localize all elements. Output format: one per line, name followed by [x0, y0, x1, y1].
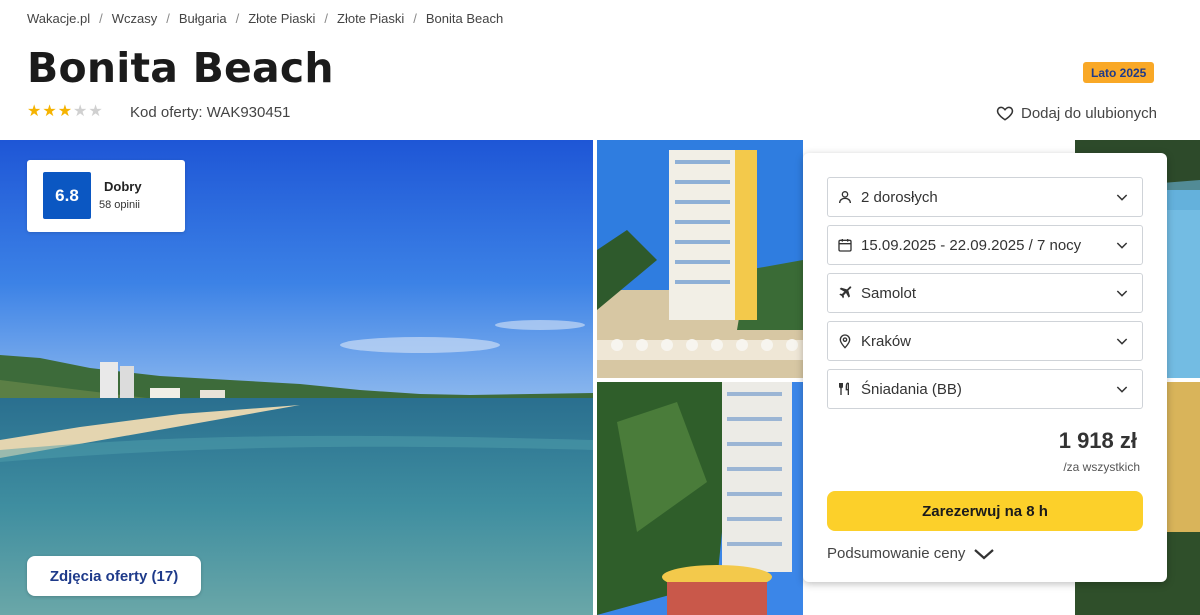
page-title: Bonita Beach: [27, 44, 334, 92]
chevron-down-icon: [1114, 285, 1130, 301]
transport-value: Samolot: [861, 284, 917, 302]
breadcrumb: Wakacje.pl / Wczasy / Bułgaria / Złote P…: [27, 10, 503, 26]
breadcrumb-bulgaria[interactable]: Bułgaria: [179, 11, 227, 26]
star-icon: ★: [42, 103, 57, 120]
dates-select[interactable]: 15.09.2025 - 22.09.2025 / 7 nocy: [827, 225, 1143, 265]
offer-code: Kod oferty: WAK930451: [130, 104, 290, 121]
calendar-icon: [836, 236, 854, 254]
cutlery-icon: [836, 380, 854, 398]
season-badge: Lato 2025: [1083, 62, 1155, 83]
breadcrumb-separator: /: [166, 10, 170, 26]
gallery-photo[interactable]: [597, 140, 803, 378]
chevron-down-icon: [1114, 189, 1130, 205]
offer-code-label: Kod oferty:: [130, 104, 203, 121]
star-icon: ★: [73, 103, 88, 120]
breadcrumb-separator: /: [324, 10, 329, 26]
travelers-select[interactable]: 2 dorosłych: [827, 177, 1143, 217]
breadcrumb-region[interactable]: Złote Piaski: [248, 11, 315, 26]
rating-card[interactable]: 6.8 Dobry 58 opinii: [27, 160, 185, 232]
photos-button[interactable]: Zdjęcia oferty (17): [27, 556, 201, 596]
board-select[interactable]: Śniadania (BB): [827, 369, 1143, 409]
person-icon: [836, 188, 854, 206]
star-icon: ★: [27, 103, 42, 120]
travelers-value: 2 dorosłych: [861, 188, 938, 206]
breadcrumb-city[interactable]: Złote Piaski: [337, 11, 404, 26]
departure-value: Kraków: [861, 332, 912, 350]
star-icon: ★: [57, 103, 73, 120]
book-button[interactable]: Zarezerwuj na 8 h: [827, 491, 1143, 531]
breadcrumb-separator: /: [413, 10, 417, 26]
breadcrumb-wakacje[interactable]: Wakacje.pl: [27, 11, 90, 26]
breadcrumb-current: Bonita Beach: [425, 10, 504, 26]
rating-label: Dobry: [104, 179, 142, 194]
reviews-count: 58 opinii: [99, 199, 140, 211]
gallery-photo[interactable]: [597, 382, 803, 615]
booking-panel: 2 dorosłych 15.09.2025 - 22.09.2025 / 7 …: [803, 153, 1167, 582]
favorite-label: Dodaj do ulubionych: [1021, 104, 1157, 122]
location-pin-icon: [836, 332, 854, 350]
rating-score: 6.8: [43, 172, 91, 219]
dates-value: 15.09.2025 - 22.09.2025 / 7 nocy: [861, 236, 1082, 254]
board-value: Śniadania (BB): [861, 380, 962, 398]
price-summary-toggle[interactable]: Podsumowanie ceny: [827, 545, 995, 562]
chevron-down-icon: [1114, 381, 1130, 397]
chevron-down-icon: [1114, 333, 1130, 349]
price-note: /za wszystkich: [1063, 460, 1140, 474]
breadcrumb-separator: /: [235, 10, 240, 26]
plane-icon: [836, 284, 854, 302]
star-icon: ★: [88, 103, 103, 120]
transport-select[interactable]: Samolot: [827, 273, 1143, 313]
departure-select[interactable]: Kraków: [827, 321, 1143, 361]
chevron-down-icon: [974, 548, 995, 559]
chevron-down-icon: [1114, 237, 1130, 253]
heart-icon: [996, 106, 1014, 121]
total-price: 1 918 zł: [1058, 428, 1137, 453]
breadcrumb-separator: /: [99, 10, 103, 26]
add-to-favorites-button[interactable]: Dodaj do ulubionych: [996, 104, 1157, 122]
price-summary-label: Podsumowanie ceny: [827, 545, 966, 562]
star-rating: ★ ★ ★ ★ ★: [27, 104, 103, 120]
offer-code-value: WAK930451: [206, 104, 291, 121]
breadcrumb-wczasy[interactable]: Wczasy: [112, 11, 158, 26]
